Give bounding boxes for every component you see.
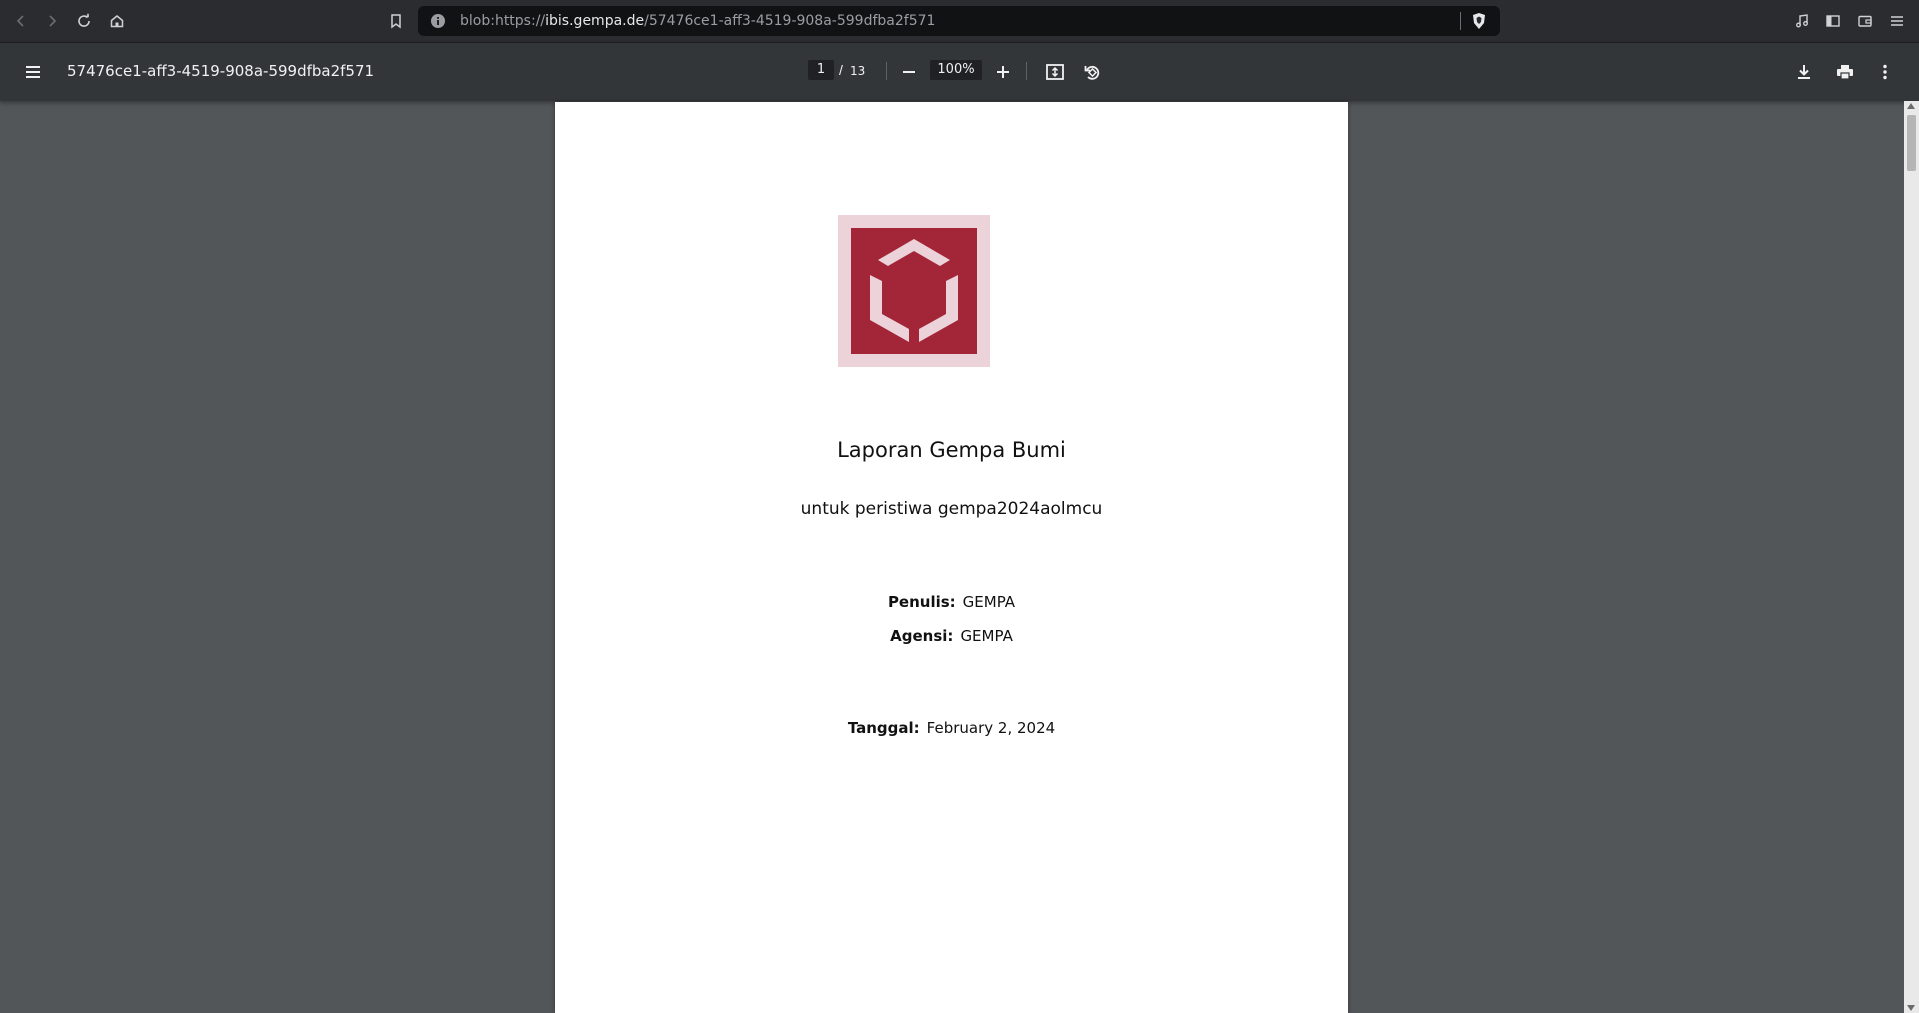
author-row: Penulis: GEMPA (555, 593, 1348, 611)
arrow-left-icon (16, 15, 24, 27)
viewer-scrollbar[interactable] (1904, 101, 1919, 1013)
pdf-toolbar: 57476ce1-aff3-4519-908a-599dfba2f571 1 /… (0, 43, 1919, 101)
back-button[interactable] (9, 9, 33, 33)
pdf-menu-button[interactable] (21, 60, 45, 84)
sidebar-button[interactable] (1821, 9, 1845, 33)
media-button[interactable] (1790, 9, 1814, 33)
more-vertical-icon (1883, 64, 1887, 80)
agency-label: Agensi: (890, 627, 954, 645)
address-bar[interactable]: blob:https://ibis.gempa.de/57476ce1-aff3… (418, 6, 1500, 36)
home-button[interactable] (105, 9, 129, 33)
scroll-up-arrow-icon[interactable] (1907, 103, 1915, 109)
print-button[interactable] (1833, 60, 1857, 84)
bookmark-icon (391, 14, 401, 29)
music-note-icon (1796, 14, 1808, 28)
page-total: 13 (850, 64, 866, 78)
menu-icon (26, 66, 40, 78)
author-value: GEMPA (962, 593, 1016, 611)
scroll-down-arrow-icon[interactable] (1907, 1005, 1915, 1011)
agency-value: GEMPA (960, 627, 1013, 645)
date-row: Tanggal: February 2, 2024 (555, 719, 1348, 737)
minus-icon (903, 71, 915, 73)
wallet-icon (1858, 15, 1872, 27)
scroll-thumb[interactable] (1907, 115, 1916, 171)
url-path: /57476ce1-aff3-4519-908a-599dfba2f571 (644, 13, 936, 29)
gempa-logo (838, 215, 990, 367)
bookmark-button[interactable] (384, 9, 408, 33)
arrow-right-icon (49, 15, 57, 27)
address-divider (1460, 12, 1461, 30)
browser-menu-button[interactable] (1885, 9, 1909, 33)
author-label: Penulis: (887, 593, 956, 611)
rotate-icon (1084, 65, 1100, 80)
page-separator: / (839, 62, 843, 78)
url-scheme: blob:https:// (460, 13, 546, 29)
fit-to-page-icon (1046, 64, 1064, 80)
url-text[interactable]: blob:https://ibis.gempa.de/57476ce1-aff3… (460, 13, 935, 29)
toolbar-divider (1026, 62, 1027, 80)
forward-button[interactable] (40, 9, 64, 33)
report-subtitle: untuk peristiwa gempa2024aolmcu (800, 499, 1103, 519)
download-button[interactable] (1792, 60, 1816, 84)
document-title: 57476ce1-aff3-4519-908a-599dfba2f571 (67, 62, 375, 80)
report-title: Laporan Gempa Bumi (837, 438, 1066, 462)
zoom-input[interactable]: 100% (930, 60, 982, 80)
date-label: Tanggal: (847, 719, 920, 737)
toolbar-divider (886, 62, 887, 80)
date-value: February 2, 2024 (926, 719, 1056, 737)
hamburger-icon (1891, 16, 1903, 26)
reload-icon (78, 13, 90, 27)
info-icon[interactable] (430, 13, 446, 29)
page-number-input[interactable]: 1 (808, 60, 834, 80)
fit-page-button[interactable] (1043, 60, 1067, 84)
browser-toolbar: blob:https://ibis.gempa.de/57476ce1-aff3… (0, 0, 1919, 43)
download-icon (1798, 65, 1810, 79)
pdf-page: Laporan Gempa Bumi untuk peristiwa gempa… (555, 102, 1348, 1013)
zoom-out-button[interactable] (897, 60, 921, 84)
home-icon (110, 15, 124, 28)
brave-shield-icon[interactable] (1470, 12, 1488, 30)
zoom-in-button[interactable] (991, 60, 1015, 84)
sidebar-icon (1826, 15, 1840, 27)
more-options-button[interactable] (1873, 60, 1897, 84)
wallet-button[interactable] (1853, 9, 1877, 33)
reload-button[interactable] (72, 9, 96, 33)
url-host: ibis.gempa.de (545, 13, 645, 29)
printer-icon (1837, 65, 1853, 80)
rotate-button[interactable] (1080, 60, 1104, 84)
agency-row: Agensi: GEMPA (555, 627, 1348, 645)
plus-icon (997, 66, 1009, 78)
